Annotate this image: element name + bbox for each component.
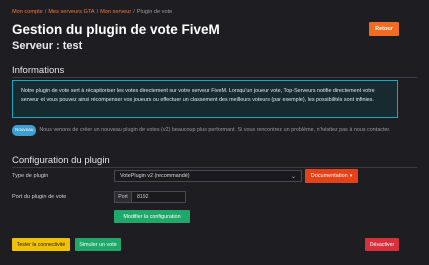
test-connectivity-button[interactable]: Tester la connectivité bbox=[12, 238, 70, 251]
breadcrumb-separator: / bbox=[96, 9, 99, 15]
page-subtitle: Serveur : test bbox=[12, 40, 83, 52]
documentation-label: Documentation bbox=[310, 173, 348, 179]
news-text: Nous venons de créer un nouveau plugin d… bbox=[39, 127, 391, 133]
new-badge: Nouveau bbox=[12, 125, 37, 136]
save-config-button[interactable]: Modifier la configuration bbox=[114, 210, 190, 223]
plugin-type-label: Type de plugin bbox=[12, 173, 49, 179]
info-box: Notre plugin de vote sert à récapitorise… bbox=[12, 80, 398, 118]
back-button[interactable]: Retour bbox=[369, 22, 399, 36]
page-title: Gestion du plugin de vote FiveM bbox=[12, 22, 220, 37]
port-prefix: Port bbox=[114, 191, 132, 203]
breadcrumb-separator: / bbox=[133, 9, 135, 15]
port-input[interactable]: 8192 bbox=[132, 191, 186, 203]
breadcrumb: Mon compte / Mes serveurs GTA / Mon serveur /… bbox=[12, 9, 172, 15]
breadcrumb-link-server[interactable]: Mon serveur bbox=[100, 9, 131, 15]
caret-down-icon: ▾ bbox=[349, 173, 353, 179]
documentation-button[interactable]: Documentation ▾ bbox=[305, 169, 358, 183]
port-label: Port du plugin de vote bbox=[12, 194, 67, 200]
plugin-type-value: VotePlugin v2 (recommandé) bbox=[120, 173, 190, 179]
plugin-type-select[interactable]: VotePlugin v2 (recommandé) ⌄ bbox=[114, 170, 302, 182]
disable-button[interactable]: Désactiver bbox=[365, 238, 399, 251]
divider bbox=[12, 167, 417, 168]
simulate-vote-button[interactable]: Simuler un vote bbox=[75, 238, 121, 251]
breadcrumb-link-servers[interactable]: Mes serveurs GTA bbox=[48, 9, 94, 15]
config-section-title: Configuration du plugin bbox=[12, 155, 110, 166]
breadcrumb-link-account[interactable]: Mon compte bbox=[12, 9, 43, 15]
port-input-group: Port 8192 bbox=[114, 191, 186, 203]
info-section-title: Informations bbox=[12, 65, 65, 76]
info-text: Notre plugin de vote sert à récapitorise… bbox=[21, 88, 375, 103]
breadcrumb-separator: / bbox=[44, 9, 47, 15]
breadcrumb-current: Plugin de vote bbox=[136, 9, 173, 15]
news-notice: Nouveau Nous venons de créer un nouveau p… bbox=[12, 125, 404, 136]
chevron-down-icon: ⌄ bbox=[290, 173, 296, 180]
divider bbox=[12, 77, 417, 78]
